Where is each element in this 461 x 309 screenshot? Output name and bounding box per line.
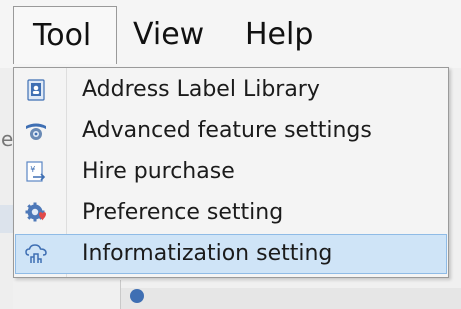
globe-icon — [130, 289, 144, 303]
svg-text:¥: ¥ — [30, 165, 35, 174]
background-bottom-area — [13, 280, 461, 309]
menu-help[interactable]: Help — [245, 6, 313, 64]
background-right-area — [449, 68, 461, 280]
menu-view[interactable]: View — [133, 6, 204, 64]
menu-item-informatization-setting[interactable]: Informatization setting — [15, 234, 447, 274]
menu-item-hire-purchase[interactable]: ¥ Hire purchase — [15, 152, 447, 192]
informatization-cloud-icon — [25, 244, 47, 263]
menu-item-address-label-library[interactable]: Address Label Library — [15, 70, 447, 110]
address-book-icon — [27, 79, 45, 101]
hire-purchase-icon: ¥ — [26, 161, 46, 182]
preference-gear-icon — [25, 202, 46, 222]
menu-item-label: Address Label Library — [82, 77, 320, 102]
background-left-area: e — [0, 68, 13, 309]
menu-item-preference-setting[interactable]: Preference setting — [15, 193, 447, 233]
tool-dropdown-menu: Address Label Library Advanced feature s… — [13, 67, 449, 278]
menu-bar: Tool View Help — [0, 0, 461, 69]
menu-item-label: Preference setting — [82, 200, 284, 225]
background-partial-text: e — [1, 127, 14, 151]
background-selected-row — [0, 205, 13, 233]
menu-tool[interactable]: Tool — [13, 6, 117, 64]
menu-item-advanced-feature-settings[interactable]: Advanced feature settings — [15, 111, 447, 151]
menu-item-label: Informatization setting — [82, 241, 333, 266]
menu-item-label: Hire purchase — [82, 159, 235, 184]
background-panel — [121, 288, 461, 309]
menu-item-label: Advanced feature settings — [82, 118, 372, 143]
advanced-settings-icon — [26, 123, 46, 140]
